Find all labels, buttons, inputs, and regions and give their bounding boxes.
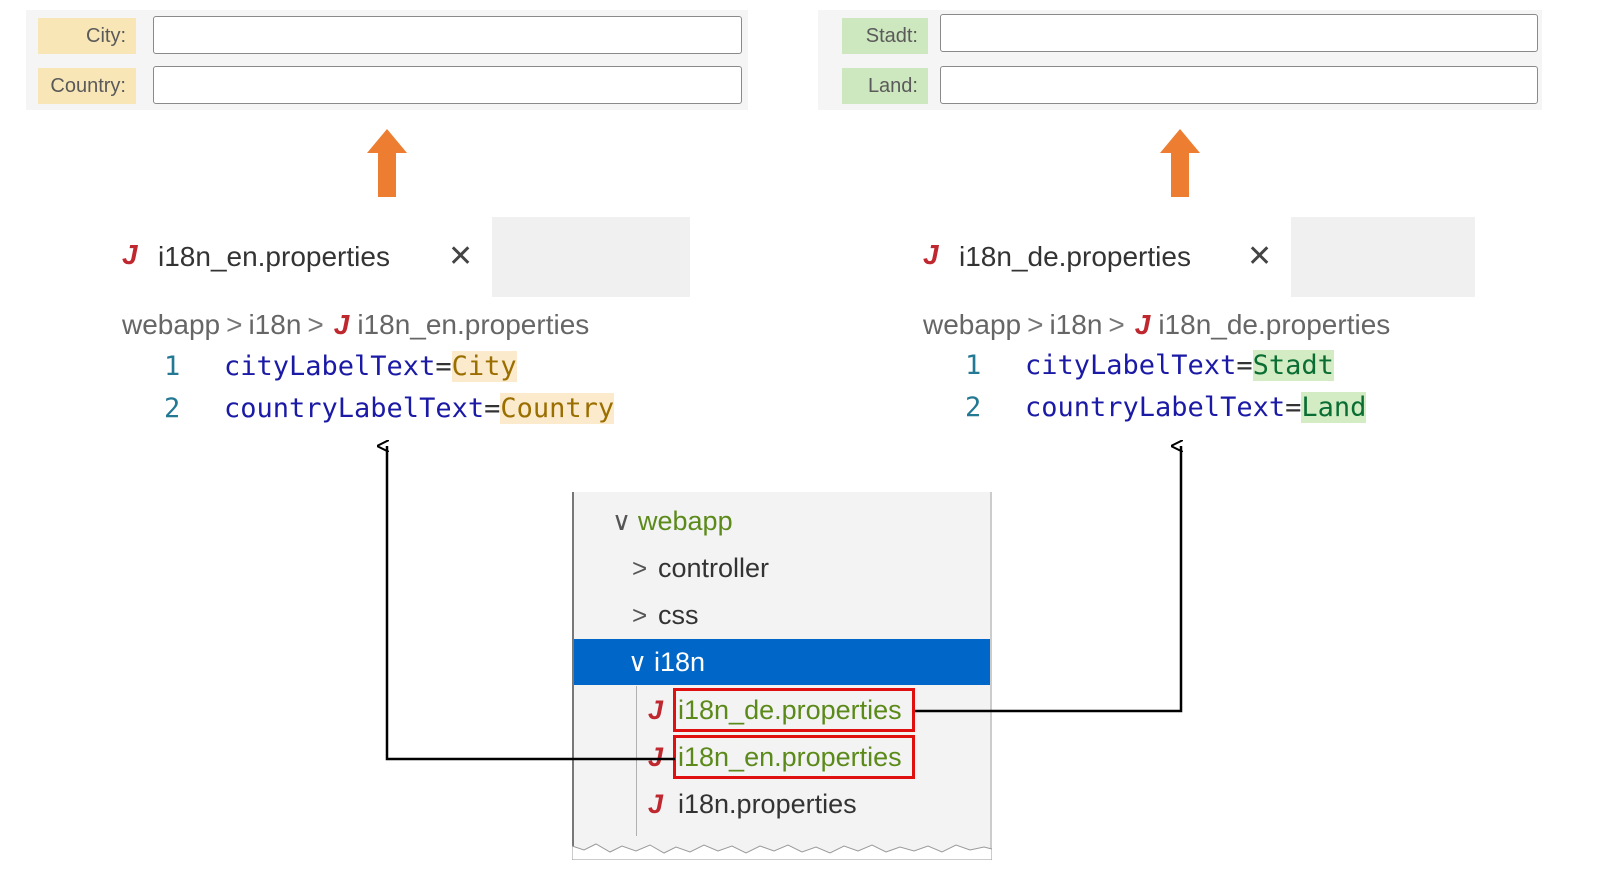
line-number: 1 [164,351,181,382]
chevron-right-icon: > [1027,309,1044,340]
form-panel-german: Stadt: Land: [818,10,1542,110]
editor-german: J i18n_de.properties ✕ webapp > i18n > Ji18n… [887,217,1475,439]
java-properties-icon: J [333,309,350,340]
chevron-right-icon: > [632,553,648,583]
torn-edge [572,843,992,860]
java-properties-icon: J [923,239,939,270]
line-number: 2 [164,393,181,424]
property-key: countryLabelText [224,393,485,424]
property-key: cityLabelText [224,351,436,382]
java-properties-icon: J [1134,309,1151,340]
chevron-down-icon: ∨ [612,506,632,536]
city-input-en[interactable] [153,16,742,54]
chevron-right-icon: > [307,309,324,340]
form-panel-english: City: Country: [26,10,748,110]
java-properties-icon: J [122,239,138,270]
orange-up-arrow-de [1160,129,1200,197]
close-icon[interactable]: ✕ [448,239,473,274]
property-key: countryLabelText [1025,392,1286,423]
tree-label: i18n [654,647,706,677]
property-value: City [451,351,517,382]
breadcrumb: webapp > i18n > Ji18n_en.properties [122,307,589,343]
highlight-box-de [673,688,915,732]
country-input-en[interactable] [153,66,742,104]
tab-i18n-en[interactable]: J i18n_en.properties ✕ [86,217,492,297]
breadcrumb-item-webapp[interactable]: webapp [923,307,1021,343]
tab-i18n-de[interactable]: J i18n_de.properties ✕ [887,217,1291,297]
tree-label: controller [658,553,770,583]
equals-sign: = [1285,392,1302,423]
breadcrumb-item-i18n[interactable]: i18n [1049,307,1102,343]
highlight-box-en [673,735,915,779]
property-value: Stadt [1252,350,1334,381]
chevron-right-icon: > [226,309,243,340]
tab-title: i18n_de.properties [959,241,1191,272]
code-line-1[interactable]: 1 cityLabelText=City [164,347,517,387]
indent-guide [636,686,637,836]
file-explorer: ∨ webapp > controller > css ∨ i18n Ji18n_de.… [572,492,992,854]
breadcrumb-item-i18n[interactable]: i18n [248,307,301,343]
tree-label: css [658,600,699,630]
breadcrumb-item-file[interactable]: i18n_de.properties [1158,307,1390,343]
line-number: 1 [965,350,982,381]
code-line-2[interactable]: 2 countryLabelText=Country [164,389,615,429]
breadcrumb-item-file[interactable]: i18n_en.properties [357,307,589,343]
tree-label: i18n.properties [678,789,857,819]
line-number: 2 [965,392,982,423]
property-value: Country [500,393,615,424]
tree-folder-controller[interactable]: > controller [574,545,990,591]
tree-folder-css[interactable]: > css [574,592,990,638]
chevron-right-icon: > [1108,309,1125,340]
chevron-right-icon: > [632,600,648,630]
tree-label: webapp [638,506,733,536]
equals-sign: = [1236,350,1253,381]
city-label-en: City: [38,18,136,54]
breadcrumb: webapp > i18n > Ji18n_de.properties [923,307,1390,343]
code-line-1[interactable]: 1 cityLabelText=Stadt [965,346,1334,386]
tree-folder-i18n[interactable]: ∨ i18n [574,639,990,685]
tree-folder-webapp[interactable]: ∨ webapp [574,498,990,544]
tab-title: i18n_en.properties [158,241,390,272]
close-icon[interactable]: ✕ [1247,239,1272,274]
country-label-de: Land: [842,68,928,104]
city-label-de: Stadt: [842,18,928,54]
equals-sign: = [484,393,501,424]
equals-sign: = [435,351,452,382]
country-label-en: Country: [38,68,136,104]
property-value: Land [1301,392,1367,423]
property-key: cityLabelText [1025,350,1237,381]
editor-english: J i18n_en.properties ✕ webapp > i18n > Ji18n… [86,217,690,439]
breadcrumb-item-webapp[interactable]: webapp [122,307,220,343]
chevron-down-icon: ∨ [628,647,648,677]
code-line-2[interactable]: 2 countryLabelText=Land [965,388,1367,428]
java-properties-icon: J [648,789,664,819]
orange-up-arrow-en [367,129,407,197]
country-input-de[interactable] [940,66,1538,104]
city-input-de[interactable] [940,14,1538,52]
